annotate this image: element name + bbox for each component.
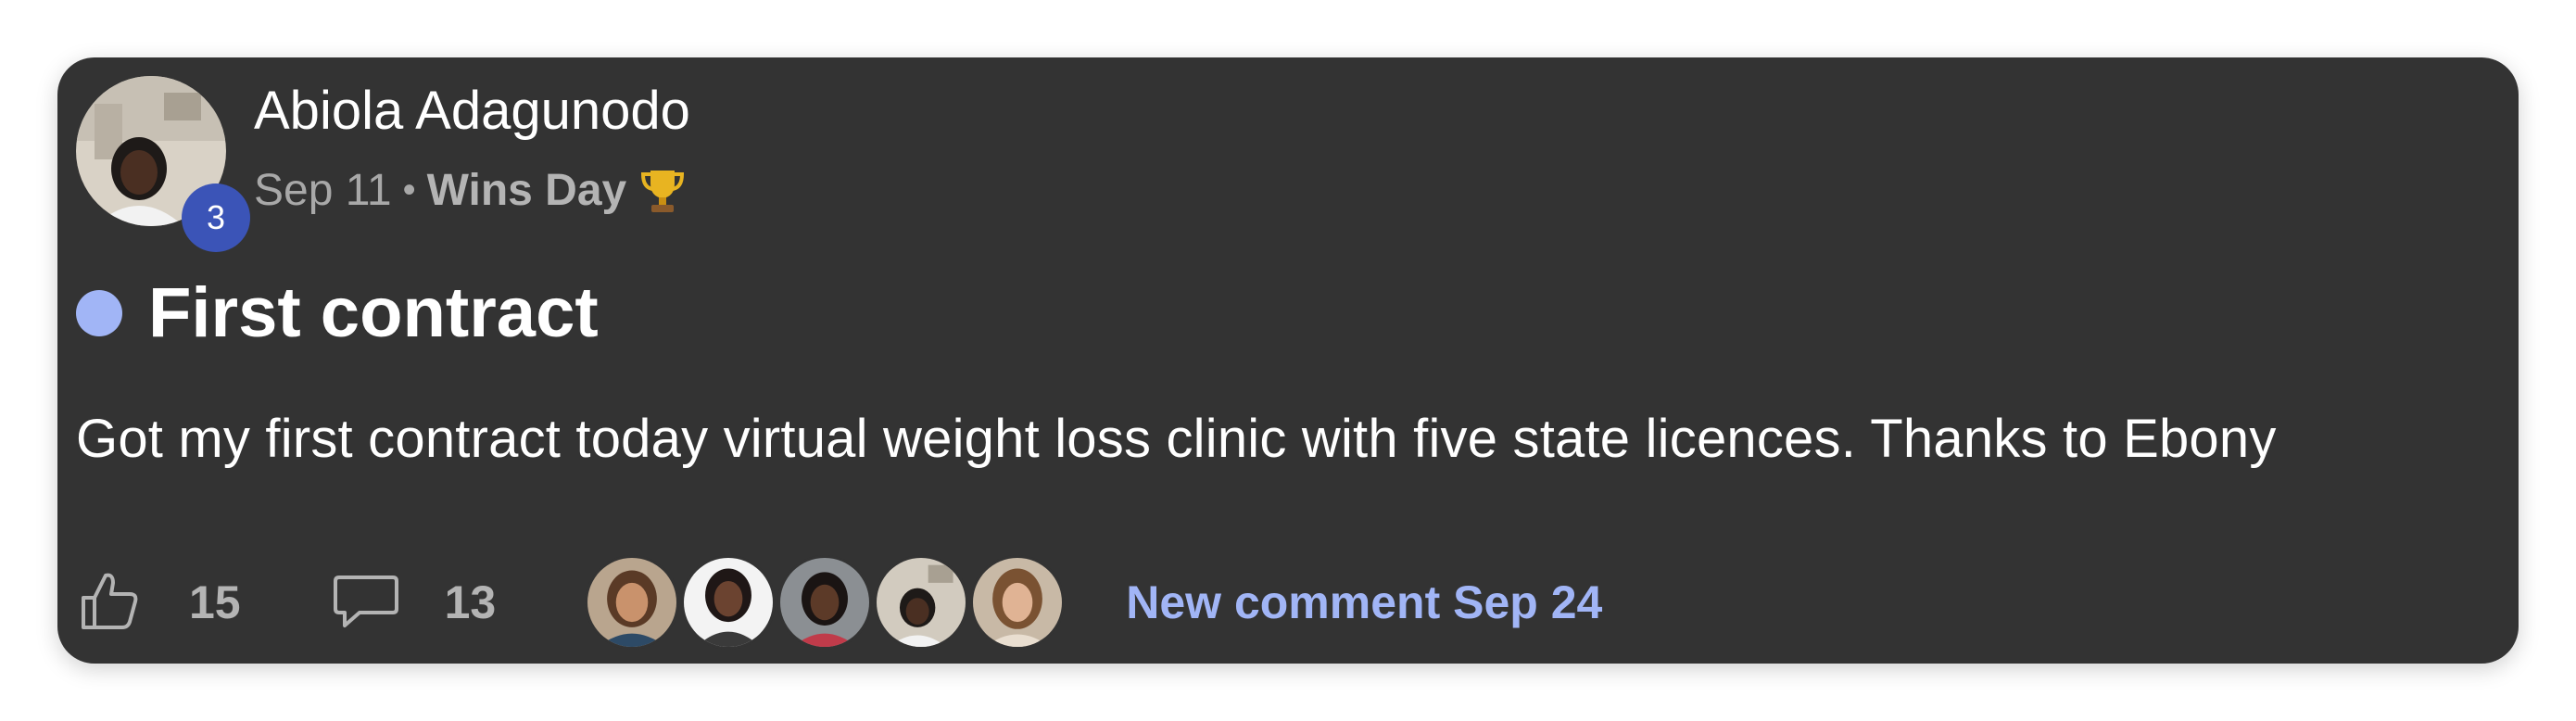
trophy-icon xyxy=(639,167,686,215)
meta-separator: • xyxy=(402,170,416,210)
post-body[interactable]: Got my first contract today virtual weig… xyxy=(76,408,2277,470)
author-avatar-container[interactable]: 3 xyxy=(76,76,250,252)
unread-indicator xyxy=(76,289,122,336)
post-meta: Sep 11 • Wins Day xyxy=(254,165,686,216)
comment-icon xyxy=(332,572,400,634)
new-comment-link[interactable]: New comment Sep 24 xyxy=(1126,576,1602,629)
post-card[interactable]: 3 Abiola Adagunodo Sep 11 • Wins Day Fir… xyxy=(57,57,2519,664)
post-footer: 15 13 New comment Sep 24 xyxy=(76,554,1602,651)
like-count: 15 xyxy=(189,576,241,628)
commenter-avatar[interactable] xyxy=(777,555,873,650)
comment-count: 13 xyxy=(444,576,497,628)
post-category[interactable]: Wins Day xyxy=(427,165,627,216)
post-title[interactable]: First contract xyxy=(148,272,599,353)
comment-button[interactable] xyxy=(332,572,400,634)
commenter-avatar[interactable] xyxy=(585,555,680,650)
commenter-avatars[interactable] xyxy=(585,555,1067,650)
commenter-avatar[interactable] xyxy=(874,555,969,650)
commenter-avatar[interactable] xyxy=(681,555,777,650)
post-title-row[interactable]: First contract xyxy=(76,272,599,353)
like-button[interactable] xyxy=(76,568,141,638)
commenter-avatar[interactable] xyxy=(970,555,1066,650)
author-name[interactable]: Abiola Adagunodo xyxy=(254,80,690,142)
post-date[interactable]: Sep 11 xyxy=(254,165,392,216)
level-badge: 3 xyxy=(182,183,250,252)
thumbs-up-icon xyxy=(76,568,141,638)
